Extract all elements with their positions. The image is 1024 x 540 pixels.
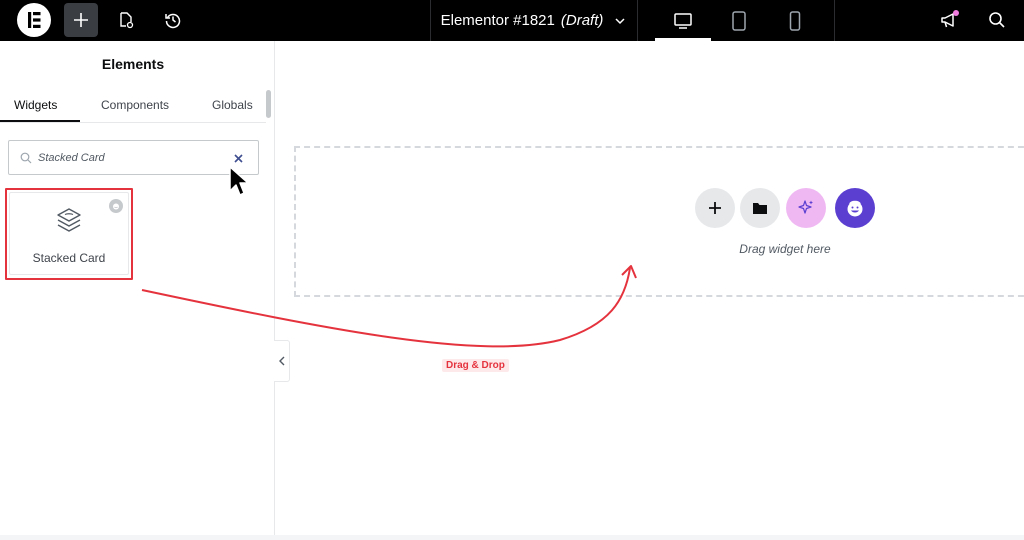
drag-drop-label: Drag & Drop	[442, 359, 509, 372]
addon-logo-icon	[847, 200, 863, 217]
megaphone-icon	[941, 10, 959, 28]
collapse-panel-button[interactable]	[274, 340, 290, 382]
addon-badge-icon	[109, 199, 123, 213]
elements-panel: Elements Widgets Components Globals Stac…	[0, 41, 275, 540]
widget-stacked-card[interactable]: Stacked Card	[9, 192, 129, 275]
widget-search-input[interactable]	[38, 149, 228, 167]
widget-search-box	[8, 140, 259, 175]
device-mobile-button[interactable]	[767, 0, 823, 41]
tab-components[interactable]: Components	[101, 98, 169, 112]
folder-icon	[753, 203, 767, 214]
history-icon	[165, 13, 181, 29]
canvas-bottom-edge	[0, 535, 1024, 540]
document-title: Elementor #1821	[440, 12, 555, 29]
sparkle-icon	[798, 200, 813, 214]
search-button[interactable]	[980, 3, 1014, 37]
device-desktop-button[interactable]	[655, 0, 711, 41]
device-tablet-button[interactable]	[711, 0, 767, 41]
notifications-button[interactable]	[932, 3, 966, 37]
desktop-icon	[674, 12, 692, 29]
add-template-button[interactable]	[740, 188, 780, 228]
tab-widgets[interactable]: Widgets	[14, 98, 57, 112]
tabs-scrollbar[interactable]	[266, 90, 271, 118]
search-icon	[20, 152, 32, 164]
document-title-dropdown[interactable]: Elementor #1821 (Draft)	[430, 0, 638, 41]
clear-search-button[interactable]	[231, 151, 245, 165]
drop-zone-hint: Drag widget here	[739, 242, 831, 256]
document-status: (Draft)	[560, 12, 604, 29]
page-settings-icon	[120, 12, 134, 29]
drop-zone[interactable]	[294, 146, 1024, 297]
topbar-divider	[834, 0, 835, 41]
panel-tabs: Widgets Components Globals	[0, 89, 266, 123]
stacked-layers-icon	[57, 208, 81, 232]
close-icon	[233, 153, 243, 163]
widget-label: Stacked Card	[32, 251, 106, 265]
top-bar: Elementor #1821 (Draft)	[0, 0, 1024, 41]
plus-icon	[709, 202, 721, 214]
active-tab-indicator	[0, 120, 80, 122]
chevron-left-icon	[278, 356, 284, 366]
elementor-logo-icon[interactable]	[17, 3, 51, 37]
panel-title: Elements	[101, 56, 165, 72]
tablet-icon	[732, 10, 746, 31]
history-button[interactable]	[156, 3, 190, 37]
chevron-down-icon	[615, 17, 625, 24]
tab-globals[interactable]: Globals	[212, 98, 253, 112]
addon-library-button[interactable]	[835, 188, 875, 228]
ai-generate-button[interactable]	[786, 188, 826, 228]
add-element-button[interactable]	[64, 3, 98, 37]
add-section-button[interactable]	[695, 188, 735, 228]
search-icon	[989, 12, 1005, 28]
page-settings-button[interactable]	[109, 3, 143, 37]
mobile-icon	[789, 10, 801, 31]
plus-icon	[74, 13, 88, 27]
